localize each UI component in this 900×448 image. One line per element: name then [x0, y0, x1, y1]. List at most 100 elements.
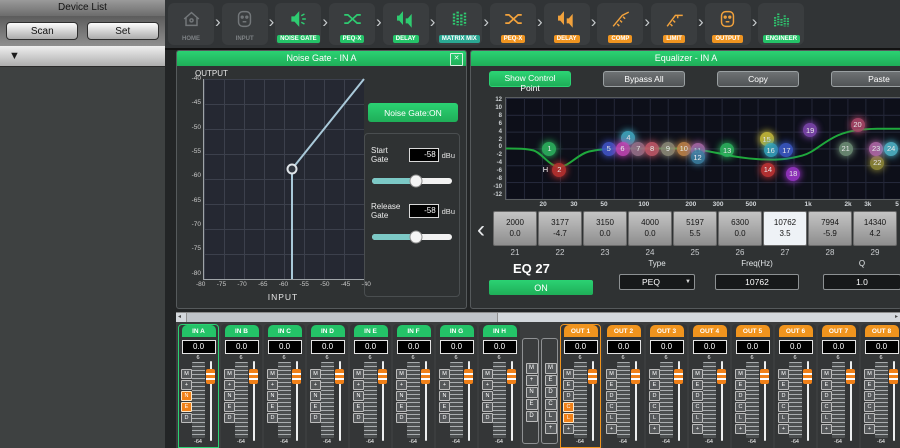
fader-handle[interactable]: [588, 369, 597, 384]
eq-control-point[interactable]: 1: [542, 142, 556, 156]
band-cell[interactable]: 5197 5.5 25: [673, 211, 717, 257]
channel-tab[interactable]: OUT 6: [779, 325, 813, 337]
band-cell[interactable]: 4000 0.0 24: [628, 211, 672, 257]
band-cell-values[interactable]: 2000 0.0: [493, 211, 537, 246]
scrollbar-thumb[interactable]: [186, 313, 498, 322]
eq-control-point[interactable]: 22: [870, 156, 884, 170]
fader-handle[interactable]: [846, 369, 855, 384]
channel-button[interactable]: +: [526, 375, 538, 386]
band-cell[interactable]: 7994 -5.9 28: [808, 211, 852, 257]
band-cell[interactable]: 2000 0.0 21: [493, 211, 537, 257]
toolbar-button[interactable]: MATRIX MIX: [436, 3, 482, 45]
channel-tab[interactable]: IN H: [483, 325, 517, 337]
channel-tab[interactable]: OUT 1: [564, 325, 598, 337]
eq-control-point[interactable]: 13: [720, 143, 734, 157]
channel-tab[interactable]: OUT 2: [607, 325, 641, 337]
toolbar-button[interactable]: COMP: [597, 3, 643, 45]
band-on-button[interactable]: ON: [489, 280, 593, 295]
channel-gain-value[interactable]: 0.0: [354, 340, 388, 354]
eq-control-point[interactable]: 18: [786, 167, 800, 181]
eq-control-point[interactable]: 7: [631, 142, 645, 156]
channel-gain-value[interactable]: 0.0: [268, 340, 302, 354]
channel-gain-value[interactable]: 0.0: [182, 340, 216, 354]
eq-control-point[interactable]: 12: [691, 150, 705, 164]
type-select[interactable]: PEQ ▼: [619, 274, 695, 290]
band-cell-values[interactable]: 3177 -4.7: [538, 211, 582, 246]
fader-handle[interactable]: [717, 369, 726, 384]
release-gate-slider[interactable]: [372, 234, 452, 240]
channel-tab[interactable]: IN F: [397, 325, 431, 337]
channel-button[interactable]: M: [526, 363, 538, 374]
channel-gain-value[interactable]: 0.0: [440, 340, 474, 354]
eq-control-point[interactable]: 8: [645, 142, 659, 156]
channel-gain-value[interactable]: 0.0: [483, 340, 517, 354]
channel-button[interactable]: +: [545, 423, 557, 434]
band-cell[interactable]: 14340 4.2 29: [853, 211, 897, 257]
scan-button[interactable]: Scan: [6, 22, 78, 40]
start-gate-value[interactable]: -58: [409, 148, 439, 162]
channel-tab[interactable]: IN E: [354, 325, 388, 337]
fader-handle[interactable]: [249, 369, 258, 384]
toolbar-button[interactable]: PEQ-X: [329, 3, 375, 45]
eq-control-point[interactable]: 16: [764, 143, 778, 157]
band-cell-values[interactable]: 7994 -5.9: [808, 211, 852, 246]
eq-control-point[interactable]: 9: [661, 142, 675, 156]
fader-handle[interactable]: [421, 369, 430, 384]
fader-handle[interactable]: [760, 369, 769, 384]
band-cell[interactable]: 6300 0.0 26: [718, 211, 762, 257]
bypass-all-button[interactable]: Bypass All: [603, 71, 685, 87]
gate-transfer-plot[interactable]: [203, 79, 364, 280]
paste-button[interactable]: Paste: [831, 71, 900, 87]
channel-button[interactable]: D: [545, 387, 557, 398]
channel-tab[interactable]: OUT 4: [693, 325, 727, 337]
device-list-expander[interactable]: ▼: [0, 46, 165, 67]
eq-control-point[interactable]: 17: [779, 143, 793, 157]
channel-gain-value[interactable]: 0.0: [397, 340, 431, 354]
scroll-right-icon[interactable]: ▸: [895, 313, 898, 322]
fader-handle[interactable]: [507, 369, 516, 384]
channel-button[interactable]: E: [526, 399, 538, 410]
copy-button[interactable]: Copy: [717, 71, 799, 87]
fader-handle[interactable]: [335, 369, 344, 384]
channel-gain-value[interactable]: 0.0: [779, 340, 813, 354]
freq-field[interactable]: 10762: [715, 274, 799, 290]
eq-response-plot[interactable]: 1 H 2 4 5: [505, 97, 900, 200]
channel-gain-value[interactable]: 0.0: [822, 340, 856, 354]
show-control-point-button[interactable]: Show Control Point: [489, 71, 571, 87]
channel-tab[interactable]: IN B: [225, 325, 259, 337]
toolbar-button[interactable]: OUTPUT: [705, 3, 751, 45]
eq-control-point[interactable]: 10: [677, 142, 691, 156]
fader-handle[interactable]: [378, 369, 387, 384]
q-field[interactable]: 1.0: [823, 274, 900, 290]
channel-tab[interactable]: IN C: [268, 325, 302, 337]
eq-control-point[interactable]: 23: [869, 142, 883, 156]
close-icon[interactable]: ✕: [450, 53, 463, 66]
channel-tab[interactable]: IN A: [182, 325, 216, 337]
channel-button[interactable]: C: [545, 399, 557, 410]
fader-handle[interactable]: [631, 369, 640, 384]
eq-control-point[interactable]: 19: [803, 123, 817, 137]
fader-handle[interactable]: [674, 369, 683, 384]
toolbar-button[interactable]: ENGINEER: [758, 3, 804, 45]
channel-button[interactable]: L: [545, 411, 557, 422]
fader-handle[interactable]: [206, 369, 215, 384]
channel-button[interactable]: E: [545, 375, 557, 386]
channel-gain-value[interactable]: 0.0: [693, 340, 727, 354]
eq-control-point[interactable]: 21: [839, 142, 853, 156]
set-button[interactable]: Set: [87, 22, 159, 40]
toolbar-button[interactable]: INPUT: [222, 3, 268, 45]
band-cell-values[interactable]: 10762 3.5: [763, 211, 807, 246]
band-scroll-left-icon[interactable]: ‹: [477, 215, 485, 245]
gate-threshold-handle[interactable]: [287, 164, 298, 175]
channel-button[interactable]: D: [526, 411, 538, 422]
fader-handle[interactable]: [803, 369, 812, 384]
channel-tab[interactable]: OUT 8: [865, 325, 899, 337]
channel-button[interactable]: N: [526, 387, 538, 398]
channel-gain-value[interactable]: 0.0: [736, 340, 770, 354]
channel-gain-value[interactable]: 0.0: [607, 340, 641, 354]
eq-control-point[interactable]: 2: [552, 163, 566, 177]
eq-control-point[interactable]: 24: [884, 142, 898, 156]
toolbar-button[interactable]: LIMIT: [651, 3, 697, 45]
channel-gain-value[interactable]: 0.0: [225, 340, 259, 354]
slider-thumb[interactable]: [410, 175, 423, 188]
